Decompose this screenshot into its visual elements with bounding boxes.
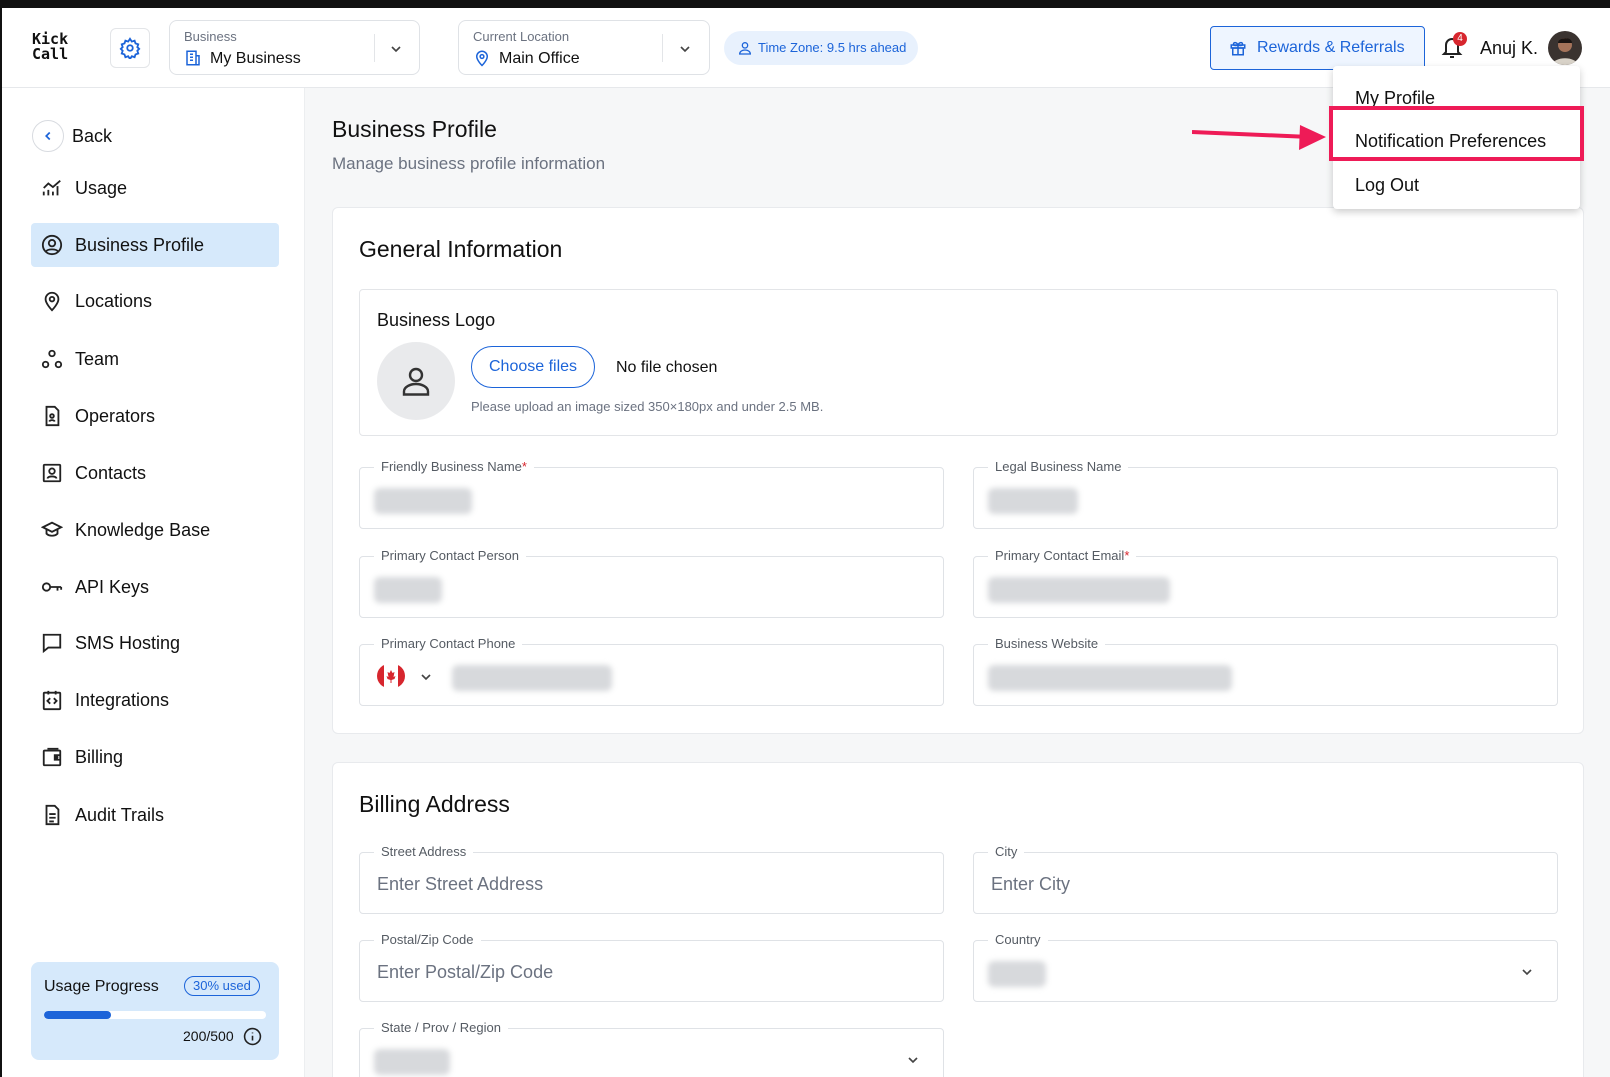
sidebar: Back Usage Business Profile Locations Te… (2, 88, 305, 1077)
usage-progress-fill (44, 1011, 111, 1019)
redacted-value (988, 665, 1232, 691)
operator-file-icon (45, 405, 60, 427)
timezone-badge: Time Zone: 9.5 hrs ahead (724, 31, 919, 65)
wallet-icon (42, 747, 62, 767)
redacted-value (374, 1049, 450, 1075)
chevron-down-icon[interactable] (418, 669, 434, 685)
city-field[interactable]: City Enter City (973, 844, 1558, 914)
sidebar-item-audit-trails[interactable]: Audit Trails (31, 793, 279, 837)
general-information-card: General Information Business Logo Choose… (332, 207, 1584, 734)
sidebar-item-usage[interactable]: Usage (31, 166, 279, 210)
sidebar-item-contacts[interactable]: Contacts (31, 451, 279, 495)
code-icon (42, 690, 62, 711)
user-name[interactable]: Anuj K. (1480, 38, 1538, 59)
map-pin-icon (475, 50, 489, 67)
primary-contact-person-field[interactable]: Primary Contact Person (359, 548, 944, 618)
usage-chart-icon (42, 179, 61, 196)
annotation-arrow-icon (1192, 125, 1326, 150)
page-title: Business Profile (332, 116, 497, 142)
sidebar-item-integrations[interactable]: Integrations (31, 678, 279, 722)
sidebar-item-locations[interactable]: Locations (31, 279, 279, 323)
sidebar-item-knowledge-base[interactable]: Knowledge Base (31, 508, 279, 552)
kickcall-logo[interactable]: Kick Call (32, 32, 68, 62)
billing-address-card: Billing Address Street Address Enter Str… (332, 762, 1584, 1077)
contact-card-icon (42, 463, 62, 483)
rewards-referrals-button[interactable]: Rewards & Referrals (1210, 26, 1425, 70)
primary-contact-phone-field[interactable]: Primary Contact Phone (359, 636, 944, 706)
chevron-down-icon (908, 1057, 918, 1064)
chevron-down-icon (680, 46, 690, 53)
usage-percent-badge: 30% used (184, 976, 260, 996)
required-marker: * (521, 459, 527, 474)
graduation-cap-icon (41, 521, 63, 537)
user-avatar[interactable] (1548, 31, 1582, 65)
building-icon (186, 50, 200, 66)
menu-item-log-out[interactable]: Log Out (1355, 175, 1419, 196)
redacted-value (988, 577, 1170, 603)
document-icon (45, 804, 60, 826)
message-icon (42, 633, 62, 654)
sidebar-item-billing[interactable]: Billing (31, 735, 279, 779)
chevron-down-icon (1522, 969, 1532, 976)
key-icon (41, 582, 63, 592)
page-subtitle: Manage business profile information (332, 154, 606, 173)
sidebar-item-sms-hosting[interactable]: SMS Hosting (31, 621, 279, 665)
street-address-field[interactable]: Street Address Enter Street Address (359, 844, 944, 914)
usage-progress-bar (44, 1011, 266, 1019)
redacted-value (374, 488, 472, 514)
section-title: General Information (359, 236, 563, 262)
notification-count-badge: 4 (1453, 32, 1467, 46)
app-window: Kick Call Business My Business Current L… (0, 8, 1610, 1077)
gift-icon (1230, 41, 1246, 56)
section-title: Billing Address (359, 791, 510, 817)
country-select[interactable]: Country (973, 932, 1558, 1002)
avatar-image (1552, 38, 1578, 65)
sidebar-item-api-keys[interactable]: API Keys (31, 565, 279, 609)
team-icon (41, 349, 63, 369)
person-icon (738, 42, 752, 55)
chevron-left-icon (45, 131, 51, 141)
chevron-down-icon (391, 46, 401, 53)
user-circle-icon (41, 234, 63, 256)
redacted-value (374, 577, 442, 603)
state-region-select[interactable]: State / Prov / Region (359, 1020, 944, 1077)
friendly-business-name-field[interactable]: Friendly Business Name* (359, 459, 944, 529)
sidebar-item-business-profile[interactable]: Business Profile (31, 223, 279, 267)
user-placeholder-icon (402, 367, 430, 396)
business-logo-section: Business Logo Choose files No file chose… (359, 289, 1558, 436)
legal-business-name-field[interactable]: Legal Business Name (973, 459, 1558, 529)
map-pin-icon (44, 291, 60, 312)
canada-flag-icon[interactable] (377, 664, 405, 688)
redacted-value (988, 488, 1078, 514)
usage-progress-card: Usage Progress 30% used 200/500 (31, 962, 279, 1060)
business-website-field[interactable]: Business Website (973, 636, 1558, 706)
logo-placeholder (377, 342, 455, 420)
sidebar-item-operators[interactable]: Operators (31, 394, 279, 438)
file-status: No file chosen (616, 359, 718, 376)
settings-button[interactable] (110, 28, 150, 68)
redacted-value (452, 665, 612, 691)
choose-files-button[interactable]: Choose files (471, 346, 596, 388)
postal-code-field[interactable]: Postal/Zip Code Enter Postal/Zip Code (359, 932, 944, 1002)
upload-hint: Please upload an image sized 350×180px a… (471, 399, 824, 414)
required-marker: * (1124, 548, 1130, 563)
business-selector[interactable]: Business My Business (169, 20, 420, 75)
primary-contact-email-field[interactable]: Primary Contact Email* (973, 548, 1558, 618)
gear-icon (119, 37, 141, 59)
location-selector[interactable]: Current Location Main Office (458, 20, 710, 75)
sidebar-item-team[interactable]: Team (31, 337, 279, 381)
usage-count: 200/500 (183, 1028, 234, 1044)
info-icon[interactable] (243, 1027, 262, 1046)
redacted-value (988, 961, 1046, 987)
annotation-highlight-box (1329, 106, 1584, 161)
